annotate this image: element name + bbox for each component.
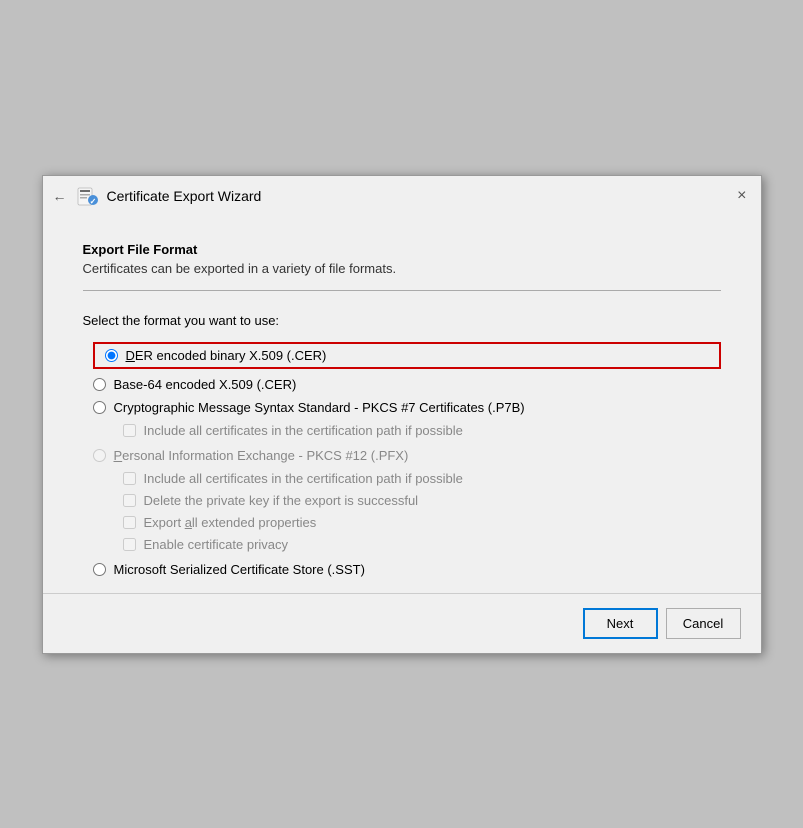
title-bar-left: ← ✓ Certificate Export Wizard [53,184,262,208]
option-pfx-extended-row: Export all extended properties [123,515,721,530]
chk-pfx-delete [123,494,136,507]
radio-sst[interactable] [93,563,106,576]
label-base64: Base-64 encoded X.509 (.CER) [114,377,297,392]
chk-pfx-extended [123,516,136,529]
wizard-window: ← ✓ Certificate Export Wizard × Export F… [42,175,762,654]
label-pfx-privacy: Enable certificate privacy [144,537,289,552]
option-pfx-privacy-row: Enable certificate privacy [123,537,721,552]
option-pkcs7-certs-row: Include all certificates in the certific… [123,423,721,438]
chk-pfx-certs [123,472,136,485]
label-pfx-extended: Export all extended properties [144,515,317,530]
label-pkcs7: Cryptographic Message Syntax Standard - … [114,400,525,415]
chk-pfx-privacy [123,538,136,551]
close-button[interactable]: × [733,186,750,206]
format-prompt: Select the format you want to use: [83,313,721,328]
radio-base64[interactable] [93,378,106,391]
footer: Next Cancel [43,593,761,653]
wizard-icon: ✓ [75,184,99,208]
chk-pkcs7-certs [123,424,136,437]
section-title: Export File Format [83,242,721,257]
back-button[interactable]: ← [53,188,67,204]
label-pkcs7-certs: Include all certificates in the certific… [144,423,463,438]
divider [83,290,721,291]
label-sst: Microsoft Serialized Certificate Store (… [114,562,365,577]
title-bar: ← ✓ Certificate Export Wizard × [43,176,761,214]
option-pfx-row: Personal Information Exchange - PKCS #12… [93,448,721,463]
label-pfx: Personal Information Exchange - PKCS #12… [114,448,409,463]
next-button[interactable]: Next [583,608,658,639]
window-title: Certificate Export Wizard [107,188,262,204]
label-der: DER encoded binary X.509 (.CER) [126,348,327,363]
pkcs7-sub-options: Include all certificates in the certific… [123,423,721,438]
radio-pkcs7[interactable] [93,401,106,414]
option-pfx-certs-row: Include all certificates in the certific… [123,471,721,486]
option-sst-row[interactable]: Microsoft Serialized Certificate Store (… [93,562,721,577]
section-desc: Certificates can be exported in a variet… [83,261,721,276]
option-pkcs7-row[interactable]: Cryptographic Message Syntax Standard - … [93,400,721,415]
option-pfx-delete-row: Delete the private key if the export is … [123,493,721,508]
cancel-button[interactable]: Cancel [666,608,741,639]
label-pfx-delete: Delete the private key if the export is … [144,493,419,508]
content-area: Export File Format Certificates can be e… [43,214,761,593]
option-der-row[interactable]: DER encoded binary X.509 (.CER) [93,342,721,369]
options-list: DER encoded binary X.509 (.CER) Base-64 … [93,342,721,577]
option-base64-row[interactable]: Base-64 encoded X.509 (.CER) [93,377,721,392]
radio-pfx [93,449,106,462]
label-pfx-certs: Include all certificates in the certific… [144,471,463,486]
pfx-sub-options: Include all certificates in the certific… [123,471,721,552]
radio-der[interactable] [105,349,118,362]
svg-text:✓: ✓ [89,197,96,206]
